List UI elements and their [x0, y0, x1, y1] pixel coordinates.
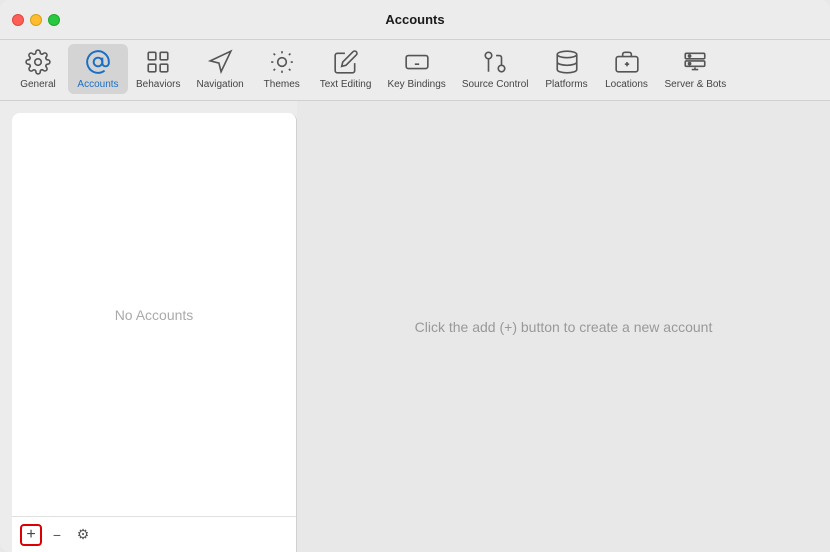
add-account-hint: Click the add (+) button to create a new…: [415, 319, 713, 335]
maximize-button[interactable]: [48, 14, 60, 26]
account-settings-button[interactable]: ⚙: [72, 524, 94, 546]
navigation-icon: [206, 48, 234, 76]
gear-icon: [24, 48, 52, 76]
add-account-button[interactable]: +: [20, 524, 42, 546]
toolbar: General Accounts Behaviors: [0, 40, 830, 101]
detail-area: Click the add (+) button to create a new…: [297, 101, 830, 552]
toolbar-label-source-control: Source Control: [462, 79, 529, 90]
toolbar-item-locations[interactable]: Locations: [597, 44, 657, 94]
content-area: No Accounts + − ⚙ Click the add (+) butt…: [0, 101, 830, 552]
no-accounts-label: No Accounts: [115, 307, 194, 323]
key-bindings-icon: [403, 48, 431, 76]
minimize-button[interactable]: [30, 14, 42, 26]
toolbar-item-themes[interactable]: Themes: [252, 44, 312, 94]
toolbar-item-platforms[interactable]: Platforms: [537, 44, 597, 94]
toolbar-label-navigation: Navigation: [196, 79, 243, 90]
accounts-sidebar: No Accounts + − ⚙: [12, 113, 297, 552]
window-title: Accounts: [385, 12, 444, 27]
toolbar-label-general: General: [20, 79, 56, 90]
toolbar-label-behaviors: Behaviors: [136, 79, 180, 90]
source-control-icon: [481, 48, 509, 76]
toolbar-item-accounts[interactable]: Accounts: [68, 44, 128, 94]
toolbar-item-navigation[interactable]: Navigation: [188, 44, 251, 94]
toolbar-label-themes: Themes: [264, 79, 300, 90]
behaviors-icon: [144, 48, 172, 76]
themes-icon: [268, 48, 296, 76]
locations-icon: [613, 48, 641, 76]
toolbar-label-platforms: Platforms: [545, 79, 587, 90]
title-bar: Accounts: [0, 0, 830, 40]
server-bots-icon: [681, 48, 709, 76]
toolbar-label-key-bindings: Key Bindings: [387, 79, 445, 90]
toolbar-item-source-control[interactable]: Source Control: [454, 44, 537, 94]
toolbar-item-text-editing[interactable]: Text Editing: [312, 44, 380, 94]
toolbar-label-locations: Locations: [605, 79, 648, 90]
close-button[interactable]: [12, 14, 24, 26]
main-window: Accounts General Accounts: [0, 0, 830, 552]
toolbar-label-server-bots: Server & Bots: [665, 79, 727, 90]
toolbar-item-behaviors[interactable]: Behaviors: [128, 44, 188, 94]
traffic-lights: [12, 14, 60, 26]
toolbar-item-key-bindings[interactable]: Key Bindings: [379, 44, 453, 94]
remove-account-button[interactable]: −: [46, 524, 68, 546]
at-icon: [84, 48, 112, 76]
accounts-list: No Accounts: [12, 113, 296, 516]
toolbar-label-accounts: Accounts: [77, 79, 118, 90]
toolbar-label-text-editing: Text Editing: [320, 79, 372, 90]
text-editing-icon: [332, 48, 360, 76]
toolbar-item-server-bots[interactable]: Server & Bots: [657, 44, 735, 94]
toolbar-item-general[interactable]: General: [8, 44, 68, 94]
sidebar-footer: + − ⚙: [12, 516, 296, 552]
platforms-icon: [553, 48, 581, 76]
